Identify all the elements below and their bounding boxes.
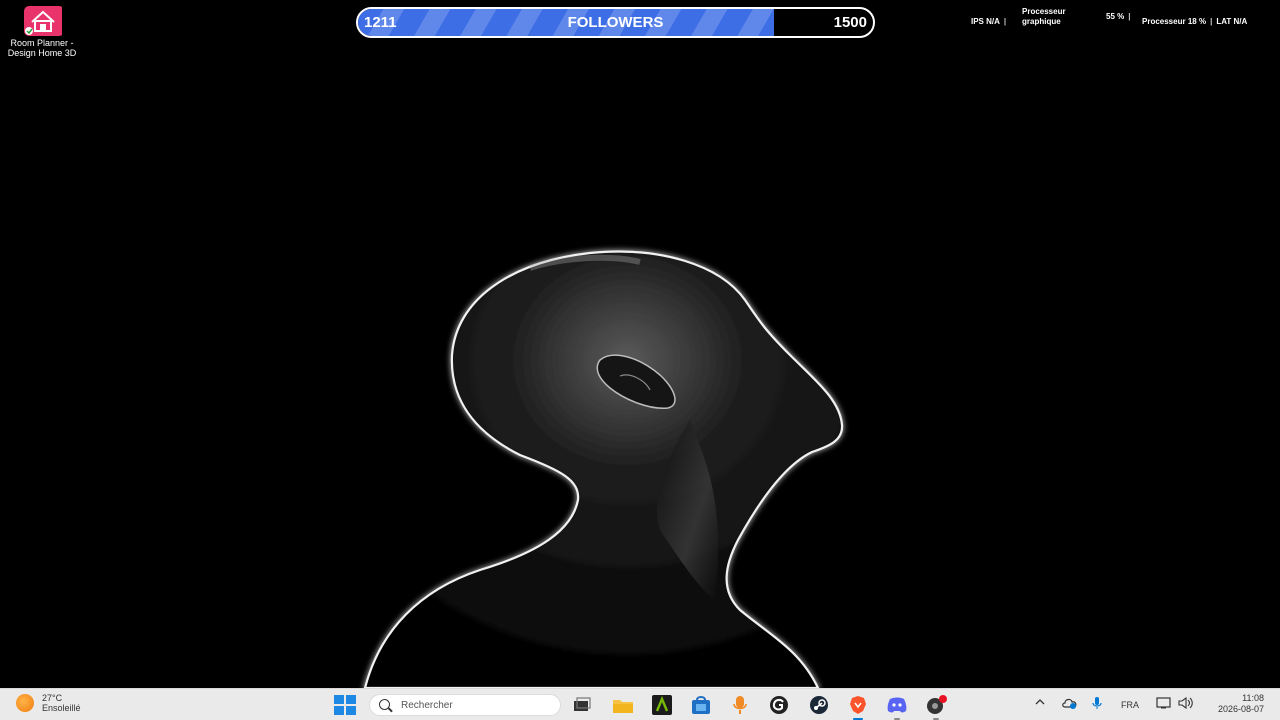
file-explorer-button[interactable] xyxy=(612,694,634,716)
perf-gpu-label: Processeur graphique xyxy=(1022,7,1066,26)
brave-browser-button[interactable] xyxy=(847,694,869,720)
store-button[interactable] xyxy=(690,694,712,716)
perf-gpu-value: 55 % | xyxy=(1106,12,1131,21)
network-tray-button[interactable] xyxy=(1156,697,1172,711)
desktop-icon-label: Room Planner - Design Home 3D xyxy=(7,38,77,58)
followers-goal-widget: 1211 FOLLOWERS 1500 xyxy=(356,7,875,38)
microphone-tray-button[interactable] xyxy=(1091,696,1103,712)
microphone-icon xyxy=(1092,697,1102,709)
language-indicator[interactable]: FRA xyxy=(1121,700,1139,710)
taskbar: 27°C Ensoleillé Rechercher FRA 11:08 202… xyxy=(0,688,1280,720)
brave-icon xyxy=(850,696,866,714)
discord-button[interactable] xyxy=(886,694,908,720)
perf-cpu: Processeur 18 % | LAT N/A xyxy=(1142,17,1248,26)
steam-button[interactable] xyxy=(808,694,830,716)
task-view-icon xyxy=(574,697,591,711)
house-icon xyxy=(22,6,64,36)
steam-icon xyxy=(810,696,828,714)
desktop-icon-room-planner[interactable]: Room Planner - Design Home 3D xyxy=(0,4,84,58)
nvidia-app-icon xyxy=(652,695,672,715)
g-app-icon xyxy=(770,696,788,714)
search-icon xyxy=(379,699,390,710)
followers-goal-count: 1500 xyxy=(833,14,867,31)
search-placeholder: Rechercher xyxy=(401,700,453,711)
notification-app-icon xyxy=(927,695,947,714)
desktop: Room Planner - Design Home 3D 1211 FOLLO… xyxy=(0,0,1280,688)
weather-temperature: 27°C xyxy=(42,693,63,703)
network-icon xyxy=(1156,697,1171,709)
start-button[interactable] xyxy=(334,695,356,715)
store-icon xyxy=(692,696,710,714)
show-hidden-icons-button[interactable] xyxy=(1034,696,1046,710)
task-view-button[interactable] xyxy=(571,694,593,716)
file-explorer-icon xyxy=(613,700,633,713)
microphone-app-icon xyxy=(733,696,747,714)
clock-date: 2026-08-07 xyxy=(1217,704,1264,714)
nvidia-app-button[interactable] xyxy=(651,694,673,716)
microphone-app-button[interactable] xyxy=(729,694,751,716)
discord-icon xyxy=(887,697,907,713)
clock[interactable]: 11:08 2026-08-07 xyxy=(1218,693,1264,715)
followers-title: FOLLOWERS xyxy=(567,14,664,31)
chevron-up-icon xyxy=(1035,699,1045,705)
g-app-button[interactable] xyxy=(768,694,790,716)
notification-app-button[interactable] xyxy=(925,694,947,720)
speaker-icon xyxy=(1178,696,1193,710)
weather-widget[interactable]: 27°C Ensoleillé xyxy=(16,693,81,713)
volume-tray-button[interactable] xyxy=(1178,696,1194,711)
onedrive-tray-button[interactable] xyxy=(1061,697,1077,711)
clock-time: 11:08 xyxy=(1242,693,1264,703)
search-box[interactable]: Rechercher xyxy=(369,694,561,716)
sun-icon xyxy=(16,694,34,712)
cloud-icon xyxy=(1062,698,1077,709)
wallpaper-image xyxy=(363,250,844,688)
weather-description: Ensoleillé xyxy=(42,703,81,713)
perf-fps: IPS N/A | xyxy=(971,17,1007,26)
